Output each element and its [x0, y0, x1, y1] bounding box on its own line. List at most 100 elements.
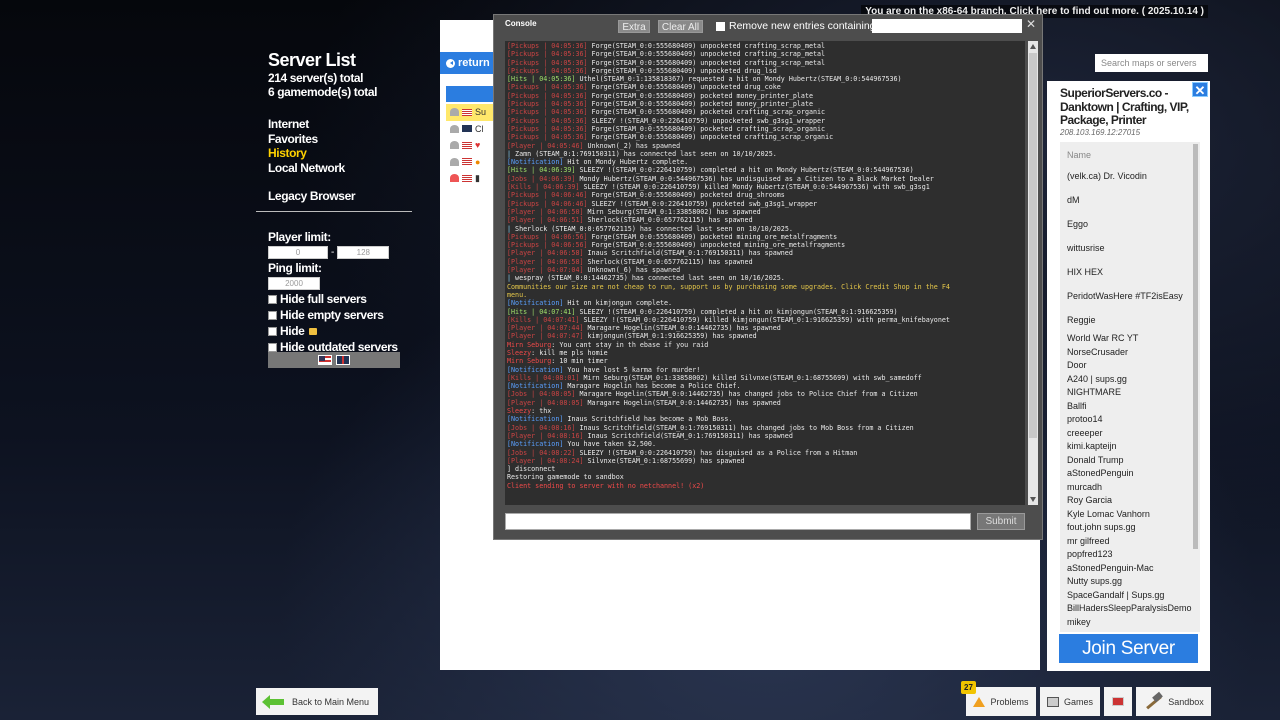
return-button[interactable]: return	[440, 52, 496, 74]
server-list-header[interactable]	[446, 86, 496, 102]
console-scrollbar[interactable]	[1028, 41, 1038, 505]
console-line-text: Inaus Scritchfield has become a Mob Boss…	[563, 415, 733, 424]
remove-entries-checkbox[interactable]	[716, 22, 725, 31]
hide-empty-checkbox[interactable]: Hide empty servers	[268, 308, 413, 322]
console-line-text: Forge(STEAM_0:0:555680409) unpocketed cr…	[587, 50, 826, 59]
console-line-text: Maragare Hogelin has become a Police Chi…	[563, 382, 741, 391]
favorite-heart-icon[interactable]	[450, 157, 459, 166]
player-row[interactable]: Donald Trump	[1060, 454, 1200, 468]
search-input[interactable]: Search maps or servers	[1095, 54, 1208, 72]
hide-locked-checkbox[interactable]: Hide	[268, 324, 413, 338]
player-row[interactable]: BillHadersSleepParalysisDemo	[1060, 602, 1200, 616]
player-row[interactable]: mikey	[1060, 616, 1200, 630]
checkbox-box[interactable]	[268, 294, 277, 304]
player-row[interactable]: PeridotWasHere #TF2isEasy	[1060, 284, 1200, 308]
gamemode-title: Dark	[452, 24, 490, 43]
uk-flag-icon	[1112, 697, 1124, 706]
warning-icon	[973, 696, 986, 707]
sandbox-button[interactable]: Sandbox	[1136, 687, 1211, 716]
player-row[interactable]: Ballfi	[1060, 400, 1200, 414]
favorite-heart-icon[interactable]	[450, 174, 459, 183]
player-row[interactable]: (velk.ca) Dr. Vicodin	[1060, 164, 1200, 188]
player-row[interactable]: kimi.kapteijn	[1060, 440, 1200, 454]
player-row[interactable]: SpaceGandalf | Sups.gg	[1060, 589, 1200, 603]
close-icon[interactable]: ✕	[1026, 17, 1036, 31]
server-row[interactable]: ▮	[446, 170, 496, 187]
console-line-prefix: [Jobs | 04:08:16]	[507, 423, 576, 432]
server-row[interactable]: ●	[446, 154, 496, 171]
console-line-text: : thx	[531, 407, 552, 416]
scroll-down-icon[interactable]	[1030, 497, 1036, 502]
player-row[interactable]: NIGHTMARE	[1060, 386, 1200, 400]
player-min-input[interactable]: 0	[268, 246, 328, 259]
console-line-text: Hit on kimjongun complete.	[563, 299, 673, 308]
checkbox-box[interactable]	[268, 310, 277, 320]
checkbox-box[interactable]	[268, 342, 277, 352]
server-row[interactable]: Su	[446, 104, 496, 121]
remove-entries-filter-input[interactable]	[872, 19, 1022, 33]
favorite-heart-icon[interactable]	[450, 124, 459, 133]
back-to-main-menu-button[interactable]: Back to Main Menu	[256, 688, 378, 715]
nav-favorites[interactable]: Favorites	[268, 132, 416, 147]
player-row[interactable]: A240 | sups.gg	[1060, 373, 1200, 387]
nav-internet[interactable]: Internet	[268, 117, 416, 132]
player-row[interactable]: aStonedPenguin-Mac	[1060, 562, 1200, 576]
clear-all-button[interactable]: Clear All	[658, 20, 703, 33]
console-line-text: Forge(STEAM_0:0:555680409) unpocketed mi…	[587, 241, 846, 250]
checkbox-box[interactable]	[268, 326, 277, 336]
player-row[interactable]: Kyle Lomac Vanhorn	[1060, 508, 1200, 522]
console-line: [Pickups | 04:05:36] Forge(STEAM_0:0:555…	[507, 100, 1023, 108]
player-row[interactable]: creeeper	[1060, 427, 1200, 441]
player-row[interactable]: NorseCrusader	[1060, 346, 1200, 360]
legacy-browser-link[interactable]: Legacy Browser	[268, 189, 416, 203]
problems-button[interactable]: Problems	[966, 687, 1036, 716]
console-line-prefix: [Notification]	[507, 382, 564, 391]
player-list-scrollbar[interactable]	[1193, 144, 1198, 549]
player-row[interactable]: wittusrise	[1060, 236, 1200, 260]
join-server-button[interactable]: Join Server	[1059, 634, 1198, 663]
player-row[interactable]: Roy Garcia	[1060, 494, 1200, 508]
player-row[interactable]: Eggo	[1060, 212, 1200, 236]
console-line: | Sherlock (STEAM_0:0:657762115) has con…	[507, 225, 1023, 233]
console-line-text: Sherlock (STEAM_0:0:657762115) has conne…	[511, 224, 793, 233]
player-row[interactable]: fout.john sups.gg	[1060, 521, 1200, 535]
favorite-heart-icon[interactable]	[450, 141, 459, 150]
console-line: Communities our size are not cheap to ru…	[507, 282, 950, 291]
server-row[interactable]: ♥	[446, 137, 496, 154]
ping-limit-input[interactable]: 2000	[268, 277, 320, 290]
player-row[interactable]: Door	[1060, 359, 1200, 373]
player-row[interactable]: murcadh	[1060, 481, 1200, 495]
player-row[interactable]: popfred123	[1060, 548, 1200, 562]
hide-full-checkbox[interactable]: Hide full servers	[268, 292, 413, 306]
console-output[interactable]: [Pickups | 04:05:36] Forge(STEAM_0:0:555…	[505, 41, 1025, 505]
nav-local-network[interactable]: Local Network	[268, 161, 416, 176]
scroll-up-icon[interactable]	[1030, 44, 1036, 49]
player-list-header[interactable]: Name	[1060, 142, 1200, 164]
player-max-input[interactable]: 128	[337, 246, 390, 259]
scroll-thumb[interactable]	[1029, 53, 1037, 438]
player-list[interactable]: Name (velk.ca) Dr. Vicodin dM Eggo wittusri…	[1060, 142, 1200, 632]
player-row[interactable]: protoo14	[1060, 413, 1200, 427]
extra-button[interactable]: Extra	[618, 20, 650, 33]
player-row[interactable]: HIX HEX	[1060, 260, 1200, 284]
console-command-input[interactable]	[505, 513, 971, 530]
server-list-sidebar: Server List 214 server(s) total 6 gamemo…	[256, 50, 416, 390]
games-button[interactable]: Games	[1040, 687, 1100, 716]
console-line-text: SLEEZY !(STEAM_0:0:226410759) killed kim…	[579, 315, 950, 324]
player-row[interactable]: mr gilfreed	[1060, 535, 1200, 549]
language-button[interactable]	[1104, 687, 1132, 716]
player-row[interactable]: dM	[1060, 188, 1200, 212]
player-row[interactable]: Nutty sups.gg	[1060, 575, 1200, 589]
player-row[interactable]: aStonedPenguin	[1060, 467, 1200, 481]
console-line-text: Hit on Mondy Hubertz complete.	[563, 158, 689, 167]
player-row[interactable]: World War RC YT	[1060, 332, 1200, 346]
us-flag-icon[interactable]	[318, 355, 332, 365]
console-line-text: Mirn Seburg(STEAM_0:1:33858002) killed S…	[579, 373, 922, 382]
nav-history[interactable]: History	[268, 146, 416, 161]
range-dash: -	[331, 247, 335, 258]
player-row[interactable]: Reggie	[1060, 308, 1200, 332]
uk-flag-icon[interactable]	[336, 355, 350, 365]
submit-button[interactable]: Submit	[977, 513, 1025, 530]
server-row[interactable]: Cl	[446, 121, 496, 138]
favorite-heart-icon[interactable]	[450, 108, 459, 117]
